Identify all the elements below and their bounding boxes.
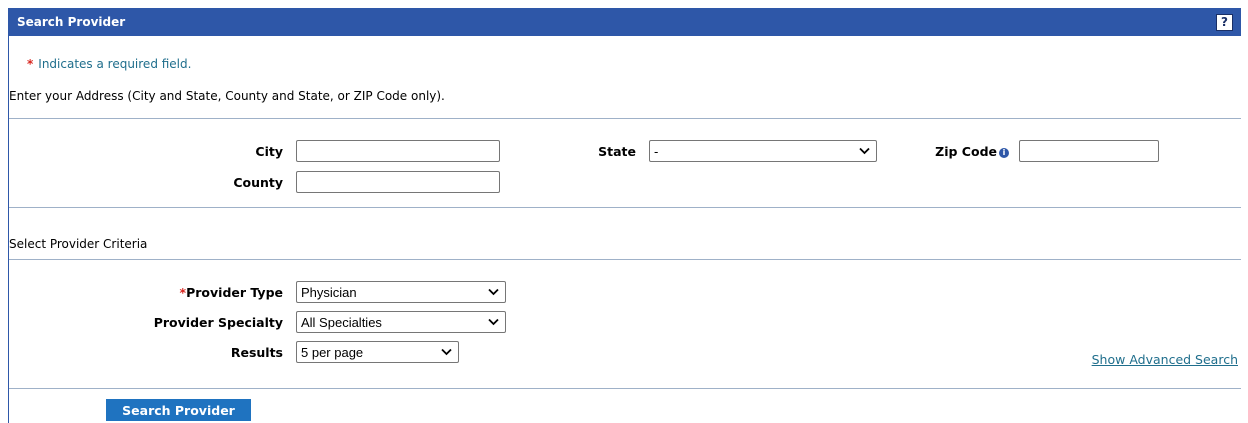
required-star: * <box>27 57 34 71</box>
provider-type-selected-value: Physician <box>301 285 357 300</box>
search-provider-panel: Search Provider ? * Indicates a required … <box>8 8 1241 423</box>
search-provider-button[interactable]: Search Provider <box>106 399 251 421</box>
specialty-selected-value: All Specialties <box>301 315 382 330</box>
chevron-down-icon <box>859 147 870 155</box>
zip-label-group: Zip Code i <box>909 144 1009 159</box>
provider-type-select[interactable]: Physician <box>296 281 506 303</box>
zip-input[interactable] <box>1019 140 1159 162</box>
city-input[interactable] <box>296 140 500 162</box>
chevron-down-icon <box>441 348 452 356</box>
required-note-text: Indicates a required field. <box>38 57 192 71</box>
divider <box>9 259 1241 260</box>
provider-type-label: Provider Type <box>186 285 283 300</box>
provider-type-label-group: *Provider Type <box>109 285 283 300</box>
city-label: City <box>255 144 283 159</box>
specialty-label: Provider Specialty <box>153 315 283 330</box>
county-label: County <box>233 175 283 190</box>
criteria-section-title: Select Provider Criteria <box>9 237 148 251</box>
results-select[interactable]: 5 per page <box>296 341 459 363</box>
divider <box>9 118 1241 119</box>
address-instructions: Enter your Address (City and State, Coun… <box>9 89 445 103</box>
required-field-note: * Indicates a required field. <box>27 57 191 71</box>
divider <box>9 388 1241 389</box>
state-selected-value: - <box>654 144 659 159</box>
county-input[interactable] <box>296 171 500 193</box>
specialty-select[interactable]: All Specialties <box>296 311 506 333</box>
panel-title: Search Provider <box>17 15 126 29</box>
info-icon[interactable]: i <box>999 147 1009 158</box>
state-select[interactable]: - <box>649 140 877 162</box>
state-label: State <box>598 144 636 159</box>
chevron-down-icon <box>488 318 499 326</box>
divider <box>9 207 1241 208</box>
results-label: Results <box>230 345 283 360</box>
panel-header: Search Provider ? <box>9 8 1241 36</box>
zip-label: Zip Code <box>935 144 997 159</box>
chevron-down-icon <box>488 288 499 296</box>
help-icon[interactable]: ? <box>1216 14 1233 31</box>
show-advanced-search-link[interactable]: Show Advanced Search <box>1092 352 1238 367</box>
results-selected-value: 5 per page <box>301 345 364 360</box>
